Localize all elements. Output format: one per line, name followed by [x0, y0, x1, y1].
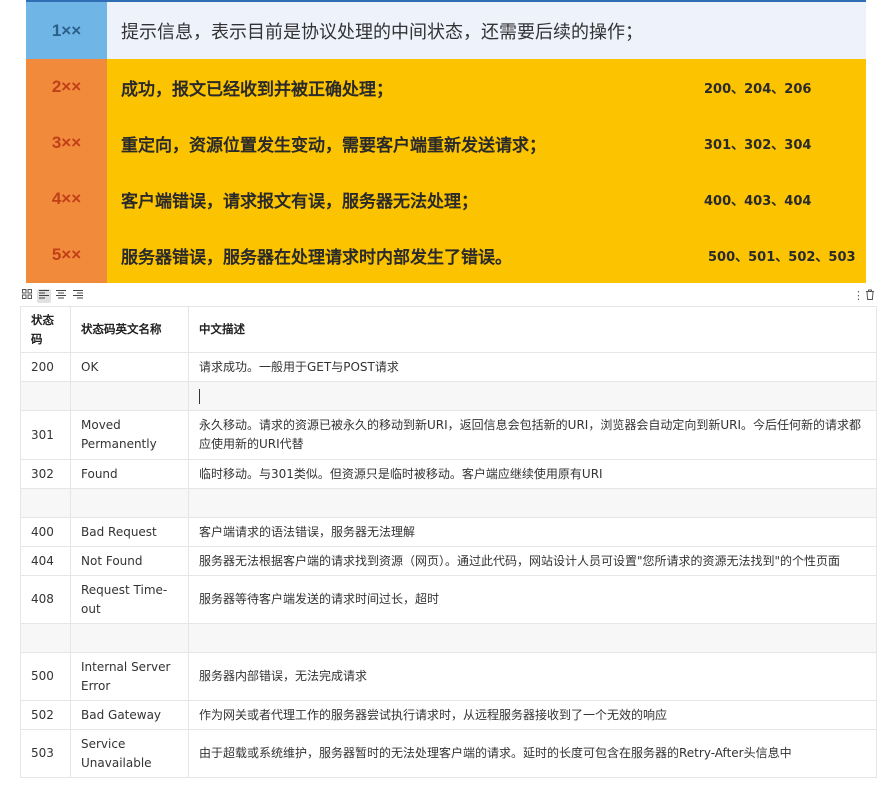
table-row-empty	[20, 623, 877, 653]
cell-desc[interactable]	[188, 623, 877, 653]
status-class-row-3xx: 3×× 重定向，资源位置发生变动，需要客户端重新发送请求； 301、302、30…	[26, 115, 866, 171]
table-row: 500 Internal Server Error 服务器内部错误，无法完成请求	[20, 652, 877, 701]
table-row: 408 Request Time-out 服务器等待客户端发送的请求时间过长，超…	[20, 575, 877, 624]
more-options-icon[interactable]: ⋮	[853, 289, 864, 303]
table-header-row: 状态码 状态码英文名称 中文描述	[20, 306, 877, 353]
status-class-row-2xx: 2×× 成功，报文已经收到并被正确处理； 200、204、206	[26, 59, 866, 115]
table-row: 400 Bad Request 客户端请求的语法错误，服务器无法理解	[20, 517, 877, 547]
align-right-icon[interactable]	[71, 289, 85, 303]
grid-icon[interactable]	[20, 289, 34, 303]
cell-desc[interactable]: 作为网关或者代理工作的服务器尝试执行请求时，从远程服务器接收到了一个无效的响应	[188, 700, 877, 730]
cell-name[interactable]: Found	[70, 459, 189, 489]
table-row: 404 Not Found 服务器无法根据客户端的请求找到资源（网页）。通过此代…	[20, 546, 877, 576]
cell-code[interactable]: 400	[20, 517, 71, 547]
cell-name[interactable]: Bad Request	[70, 517, 189, 547]
cell-desc[interactable]: 由于超载或系统维护，服务器暂时的无法处理客户端的请求。延时的长度可包含在服务器的…	[188, 729, 877, 778]
cell-code[interactable]: 302	[20, 459, 71, 489]
cell-code[interactable]: 408	[20, 575, 71, 624]
header-english-name: 状态码英文名称	[70, 306, 189, 353]
cell-name[interactable]: OK	[70, 352, 189, 382]
status-class-examples: 400、403、404	[704, 193, 812, 209]
status-class-code: 5××	[51, 245, 82, 264]
cell-code[interactable]: 301	[20, 410, 71, 460]
cell-name[interactable]: Not Found	[70, 546, 189, 576]
cell-desc[interactable]	[188, 488, 877, 518]
table-row: 503 Service Unavailable 由于超载或系统维护，服务器暂时的…	[20, 729, 877, 778]
cell-code[interactable]	[20, 381, 71, 411]
cell-code[interactable]: 404	[20, 546, 71, 576]
cell-name[interactable]: Bad Gateway	[70, 700, 189, 730]
header-status-code: 状态码	[20, 306, 71, 353]
text-caret	[199, 388, 200, 404]
table-row: 301 Moved Permanently 永久移动。请求的资源已被永久的移动到…	[20, 410, 877, 460]
cell-code[interactable]: 503	[20, 729, 71, 778]
cell-code[interactable]	[20, 488, 71, 518]
status-class-row-5xx: 5×× 服务器错误，服务器在处理请求时内部发生了错误。 500、501、502、…	[26, 227, 866, 283]
status-class-code: 4××	[51, 189, 82, 208]
cell-name[interactable]	[70, 381, 189, 411]
cell-name[interactable]: Request Time-out	[70, 575, 189, 624]
cell-desc[interactable]: 服务器无法根据客户端的请求找到资源（网页）。通过此代码，网站设计人员可设置"您所…	[188, 546, 877, 576]
status-class-code: 1××	[26, 2, 107, 59]
align-center-icon[interactable]	[54, 289, 68, 303]
status-class-description: 提示信息，表示目前是协议处理的中间状态，还需要后续的操作；	[107, 2, 866, 59]
table-toolbar: ⋮	[20, 289, 880, 305]
status-class-examples: 200、204、206	[704, 81, 812, 97]
cell-name[interactable]: Service Unavailable	[70, 729, 189, 778]
cell-code[interactable]: 500	[20, 652, 71, 701]
table-row: 200 OK 请求成功。一般用于GET与POST请求	[20, 352, 877, 382]
cell-name[interactable]: Moved Permanently	[70, 410, 189, 460]
cell-code[interactable]: 502	[20, 700, 71, 730]
delete-table-icon[interactable]	[865, 289, 875, 304]
header-chinese-description: 中文描述	[188, 306, 877, 353]
status-class-code: 2××	[51, 77, 82, 96]
cell-desc[interactable]: 服务器内部错误，无法完成请求	[188, 652, 877, 701]
status-class-row-1xx: 1×× 提示信息，表示目前是协议处理的中间状态，还需要后续的操作；	[26, 2, 866, 59]
align-left-icon[interactable]	[37, 289, 51, 303]
table-row-empty	[20, 488, 877, 518]
status-class-code: 3××	[51, 133, 82, 152]
cell-desc[interactable]: 永久移动。请求的资源已被永久的移动到新URI，返回信息会包括新的URI，浏览器会…	[188, 410, 877, 460]
cell-desc[interactable]: 客户端请求的语法错误，服务器无法理解	[188, 517, 877, 547]
cell-code[interactable]	[20, 623, 71, 653]
cell-name[interactable]: Internal Server Error	[70, 652, 189, 701]
cell-name[interactable]	[70, 488, 189, 518]
status-class-row-4xx: 4×× 客户端错误，请求报文有误，服务器无法处理； 400、403、404	[26, 171, 866, 227]
status-class-card: 1×× 提示信息，表示目前是协议处理的中间状态，还需要后续的操作； 2×× 成功…	[26, 0, 866, 283]
cell-code[interactable]: 200	[20, 352, 71, 382]
table-row: 302 Found 临时移动。与301类似。但资源只是临时被移动。客户端应继续使…	[20, 459, 877, 489]
cell-desc-editing[interactable]	[188, 381, 877, 411]
table-row: 502 Bad Gateway 作为网关或者代理工作的服务器尝试执行请求时，从远…	[20, 700, 877, 730]
table-row-empty	[20, 381, 877, 411]
cell-name[interactable]	[70, 623, 189, 653]
cell-desc[interactable]: 服务器等待客户端发送的请求时间过长，超时	[188, 575, 877, 624]
status-class-examples: 500、501、502、503	[708, 249, 856, 265]
cell-desc[interactable]: 临时移动。与301类似。但资源只是临时被移动。客户端应继续使用原有URI	[188, 459, 877, 489]
status-code-table: 状态码 状态码英文名称 中文描述 200 OK 请求成功。一般用于GET与POS…	[20, 306, 877, 778]
cell-desc[interactable]: 请求成功。一般用于GET与POST请求	[188, 352, 877, 382]
status-class-examples: 301、302、304	[704, 137, 812, 153]
